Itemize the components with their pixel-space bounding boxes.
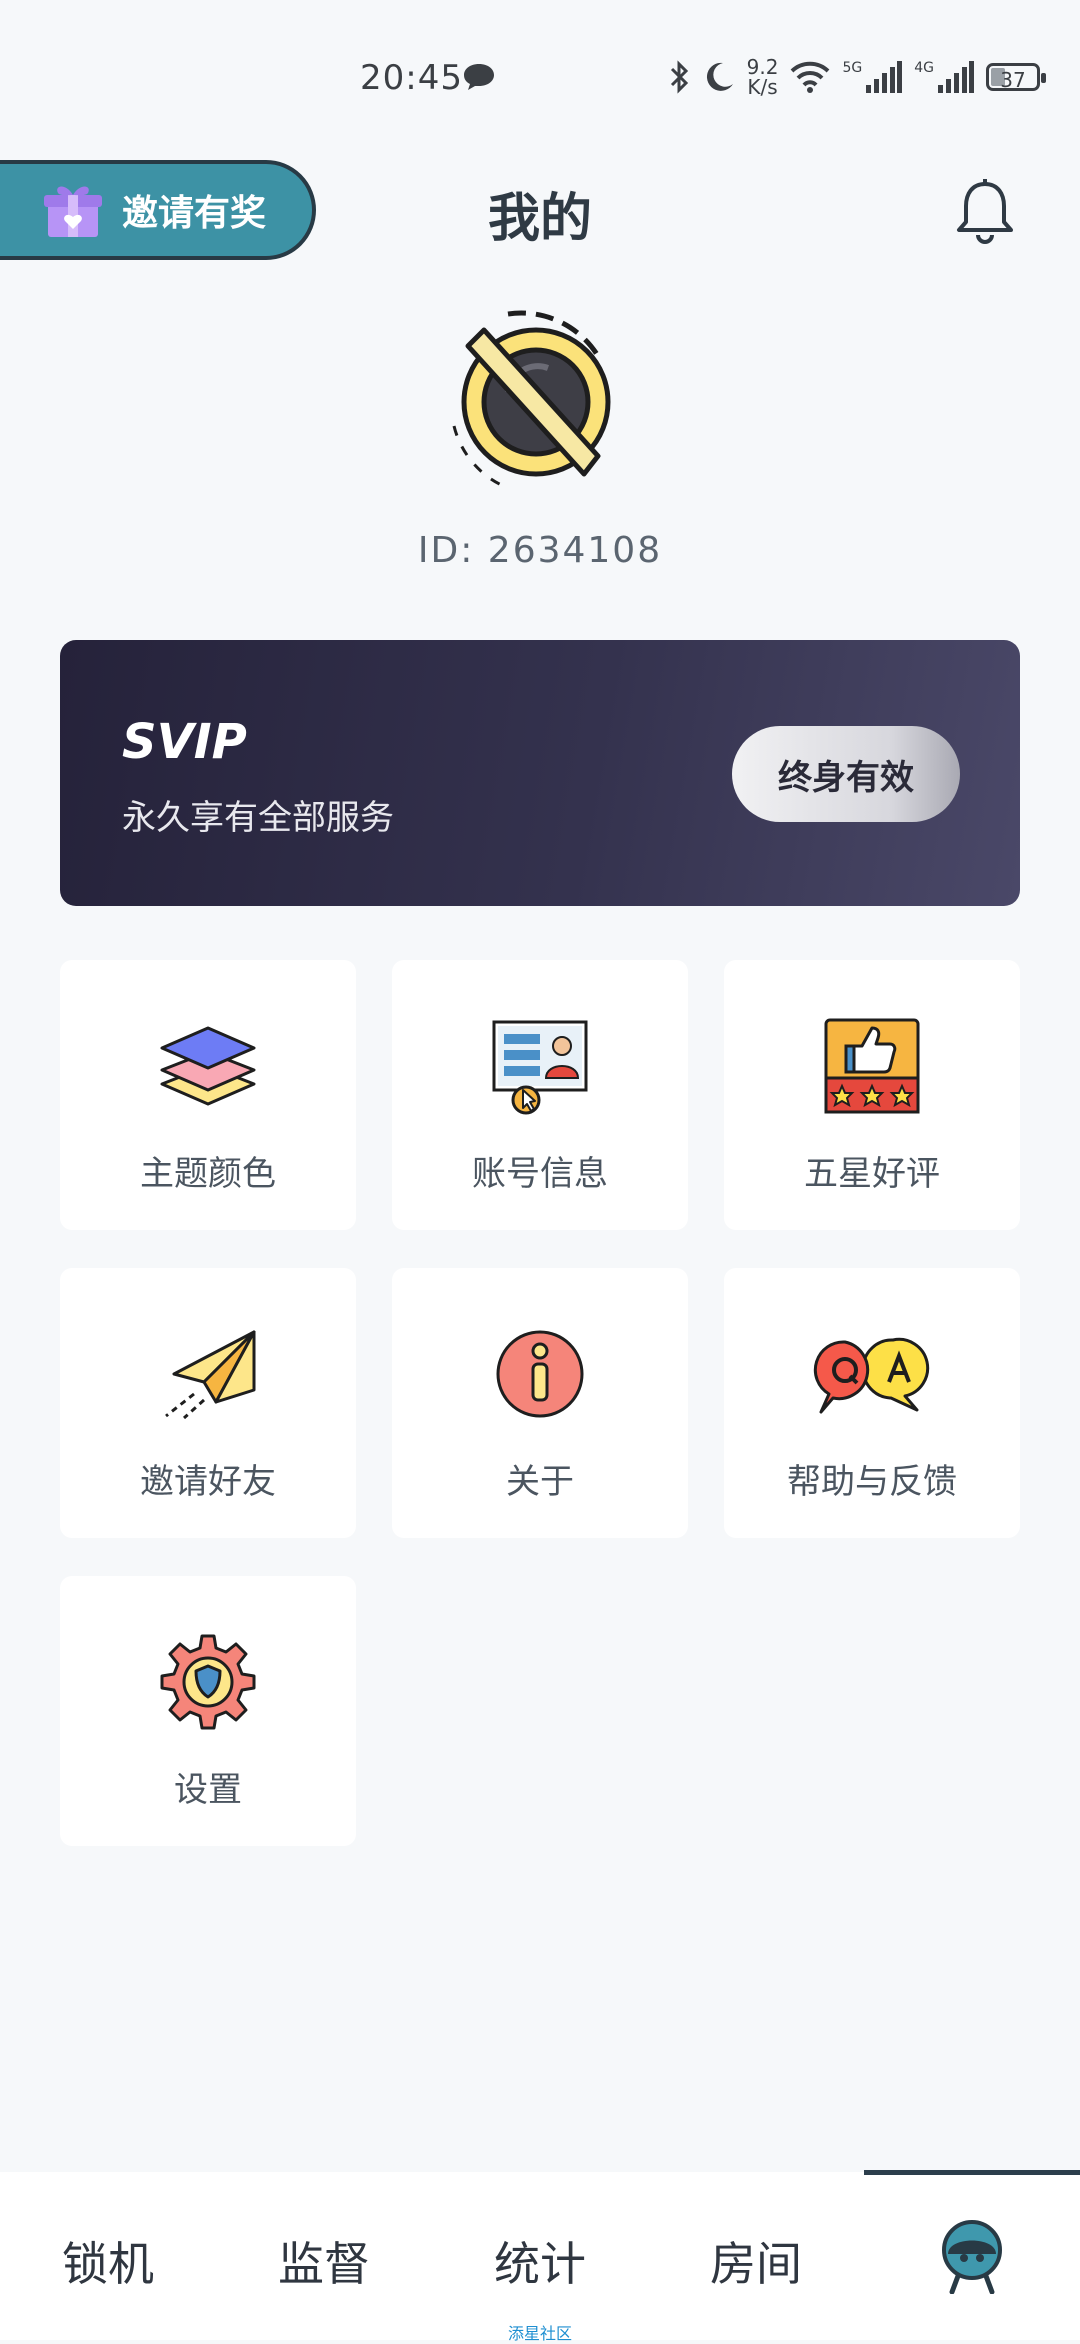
battery-icon: 37: [986, 63, 1046, 92]
signal-1-label: 5G: [842, 60, 863, 76]
signal-icon: [938, 61, 974, 93]
nav-tab-stats[interactable]: 统计: [432, 2228, 648, 2294]
paper-plane-icon: [165, 1330, 256, 1420]
nav-tab-supervise[interactable]: 监督: [216, 2228, 432, 2294]
thumbs-up-stars-icon: [824, 1018, 920, 1114]
account-card-icon: [492, 1020, 588, 1115]
signal-icon: [866, 61, 903, 93]
menu-label: 关于: [506, 1462, 574, 1502]
menu-label: 账号信息: [472, 1154, 608, 1194]
signal-2-label: 4G: [914, 60, 934, 76]
svip-subtitle: 永久享有全部服务: [122, 798, 394, 838]
status-time: 20:45: [360, 58, 463, 98]
chat-bubble-icon: [464, 64, 494, 90]
bluetooth-icon: [670, 60, 688, 94]
layers-icon: [160, 1026, 256, 1106]
menu-account-info[interactable]: 账号信息: [392, 960, 688, 1230]
menu-label: 帮助与反馈: [787, 1462, 957, 1502]
menu-label: 邀请好友: [140, 1462, 276, 1502]
menu-about[interactable]: 关于: [392, 1268, 688, 1538]
nav-active-indicator: [864, 2170, 1080, 2175]
svip-card[interactable]: SVIP 永久享有全部服务 终身有效: [60, 640, 1020, 906]
menu-settings[interactable]: 设置: [60, 1576, 356, 1846]
net-speed: 9.2 K/s: [746, 55, 779, 99]
moon-icon: [706, 62, 733, 91]
avatar[interactable]: [448, 306, 634, 492]
status-bar: 20:45 9.2 K/s 5G 4G 37: [0, 0, 1080, 160]
info-icon: [496, 1330, 584, 1418]
nav-tab-lock[interactable]: 锁机: [0, 2228, 216, 2294]
menu-label: 设置: [174, 1770, 242, 1810]
gear-shield-icon: [160, 1634, 256, 1730]
user-id: ID: 2634108: [417, 530, 663, 571]
page-title: 我的: [487, 189, 592, 249]
menu-invite-friends[interactable]: 邀请好友: [60, 1268, 356, 1538]
qa-bubbles-icon: [813, 1337, 930, 1414]
svip-title: SVIP: [122, 714, 247, 770]
wifi-icon: [791, 61, 830, 93]
nav-tab-room[interactable]: 房间: [648, 2228, 864, 2294]
bell-icon[interactable]: [954, 178, 1016, 244]
svip-lifetime-button[interactable]: 终身有效: [732, 726, 960, 822]
nav-tab-profile-icon[interactable]: [940, 2218, 1004, 2294]
status-icons: 9.2 K/s 5G 4G 37: [669, 52, 1046, 102]
menu-five-star-review[interactable]: 五星好评: [724, 960, 1020, 1230]
menu-label: 主题颜色: [140, 1154, 276, 1194]
bottom-nav: 锁机 监督 统计 房间 添星社区: [0, 2170, 1080, 2343]
menu-label: 五星好评: [804, 1154, 940, 1194]
watermark: 添星社区: [507, 2324, 572, 2343]
menu-help-feedback[interactable]: 帮助与反馈: [724, 1268, 1020, 1538]
menu-theme-color[interactable]: 主题颜色: [60, 960, 356, 1230]
